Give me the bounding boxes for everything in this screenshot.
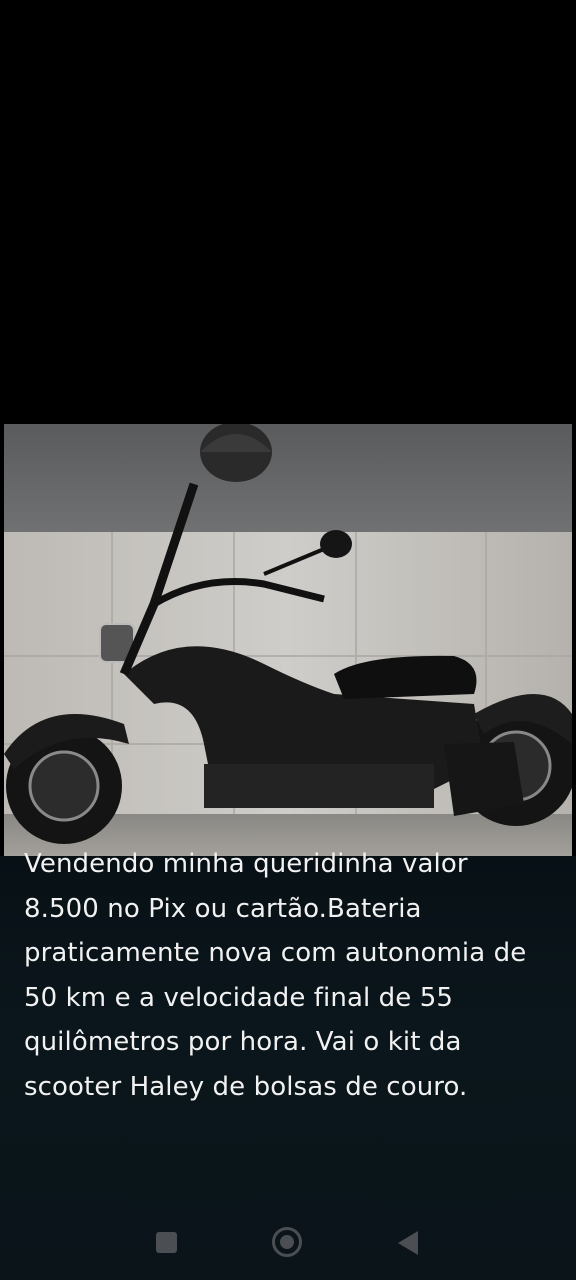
square-icon[interactable] bbox=[156, 1232, 177, 1253]
photo-letterbox-top bbox=[0, 0, 576, 424]
scooter-photo-illustration bbox=[4, 424, 572, 856]
circle-icon[interactable] bbox=[272, 1227, 302, 1257]
triangle-left-icon[interactable] bbox=[398, 1231, 418, 1255]
post-caption: Vendendo minha queridinha valor 8.500 no… bbox=[24, 849, 527, 1102]
post-photo[interactable] bbox=[4, 424, 572, 856]
